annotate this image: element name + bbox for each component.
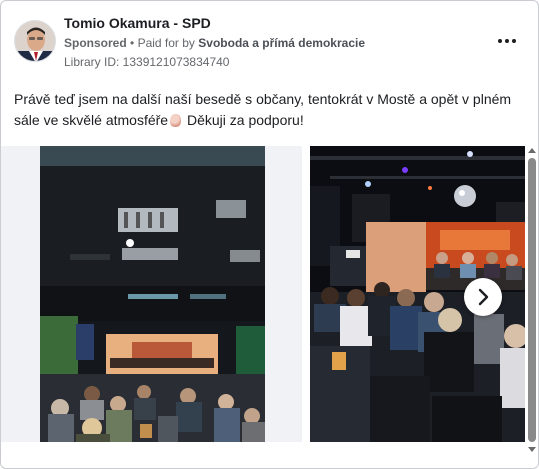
more-options-dot: [512, 39, 516, 43]
image-carousel[interactable]: [1, 146, 525, 442]
avatar-image: [15, 21, 55, 61]
sponsor-line: Sponsored • Paid for by Svoboda a přímá …: [64, 36, 365, 50]
avatar[interactable]: [14, 20, 56, 62]
scroll-down-arrow-icon[interactable]: [528, 447, 536, 452]
post-text-end: Děkuji za podporu!: [186, 112, 304, 128]
payer-name[interactable]: Svoboda a přímá demokracie: [198, 36, 365, 50]
more-options-dot: [505, 39, 509, 43]
paid-for-prefix: Paid for by: [137, 36, 195, 50]
scroll-up-arrow-icon[interactable]: [528, 148, 536, 153]
carousel-next-button[interactable]: [464, 278, 502, 316]
page-name[interactable]: Tomio Okamura - SPD: [64, 15, 211, 31]
post-text: Právě teď jsem na další naší besedě s ob…: [14, 89, 514, 131]
more-options-button[interactable]: [493, 31, 521, 51]
library-id: Library ID: 1339121073834740: [64, 55, 230, 69]
separator: •: [130, 36, 135, 50]
ad-card: Tomio Okamura - SPD Sponsored • Paid for…: [0, 0, 539, 469]
more-options-icon: [498, 39, 502, 43]
event-photo-1-image: [40, 146, 265, 442]
event-photo-1[interactable]: [40, 146, 265, 442]
chevron-right-icon: [478, 288, 489, 306]
sponsored-label: Sponsored: [64, 36, 127, 50]
clapping-hands-emoji-icon: [170, 114, 182, 127]
scrollbar-thumb[interactable]: [528, 158, 536, 442]
vertical-scrollbar[interactable]: [525, 146, 538, 456]
carousel-slide-1[interactable]: [1, 146, 302, 442]
